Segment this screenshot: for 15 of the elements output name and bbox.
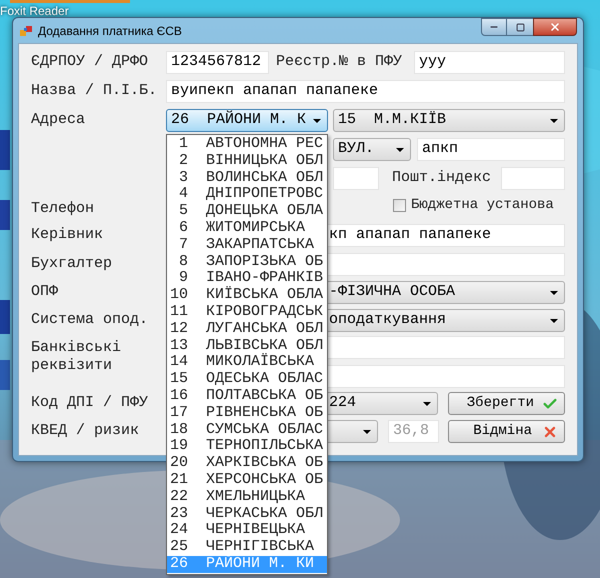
field-label: Система опод.: [31, 310, 148, 330]
field-label: Реєстр.№ в ПФУ: [276, 52, 402, 72]
field-label: Код ДПІ / ПФУ: [31, 393, 148, 414]
field-label: ОПФ: [31, 282, 58, 302]
checkbox-label: Бюджетна установа: [411, 196, 554, 215]
field-label: Телефон: [31, 198, 94, 218]
field-label: Назва / П.І.Б.: [31, 81, 158, 102]
field-label: Адреса: [31, 110, 86, 130]
field-label: Пошт.індекс: [392, 168, 492, 188]
window-title: Додавання платника ЄСВ: [38, 22, 182, 40]
field-label: ЄДРПОУ / ДРФО: [31, 52, 148, 72]
field-label: Банківські реквізити: [31, 338, 122, 375]
field-label: Бухгалтер: [31, 254, 112, 274]
field-label: КВЕД / ризик: [31, 421, 140, 442]
field-label: Керівник: [31, 225, 104, 246]
